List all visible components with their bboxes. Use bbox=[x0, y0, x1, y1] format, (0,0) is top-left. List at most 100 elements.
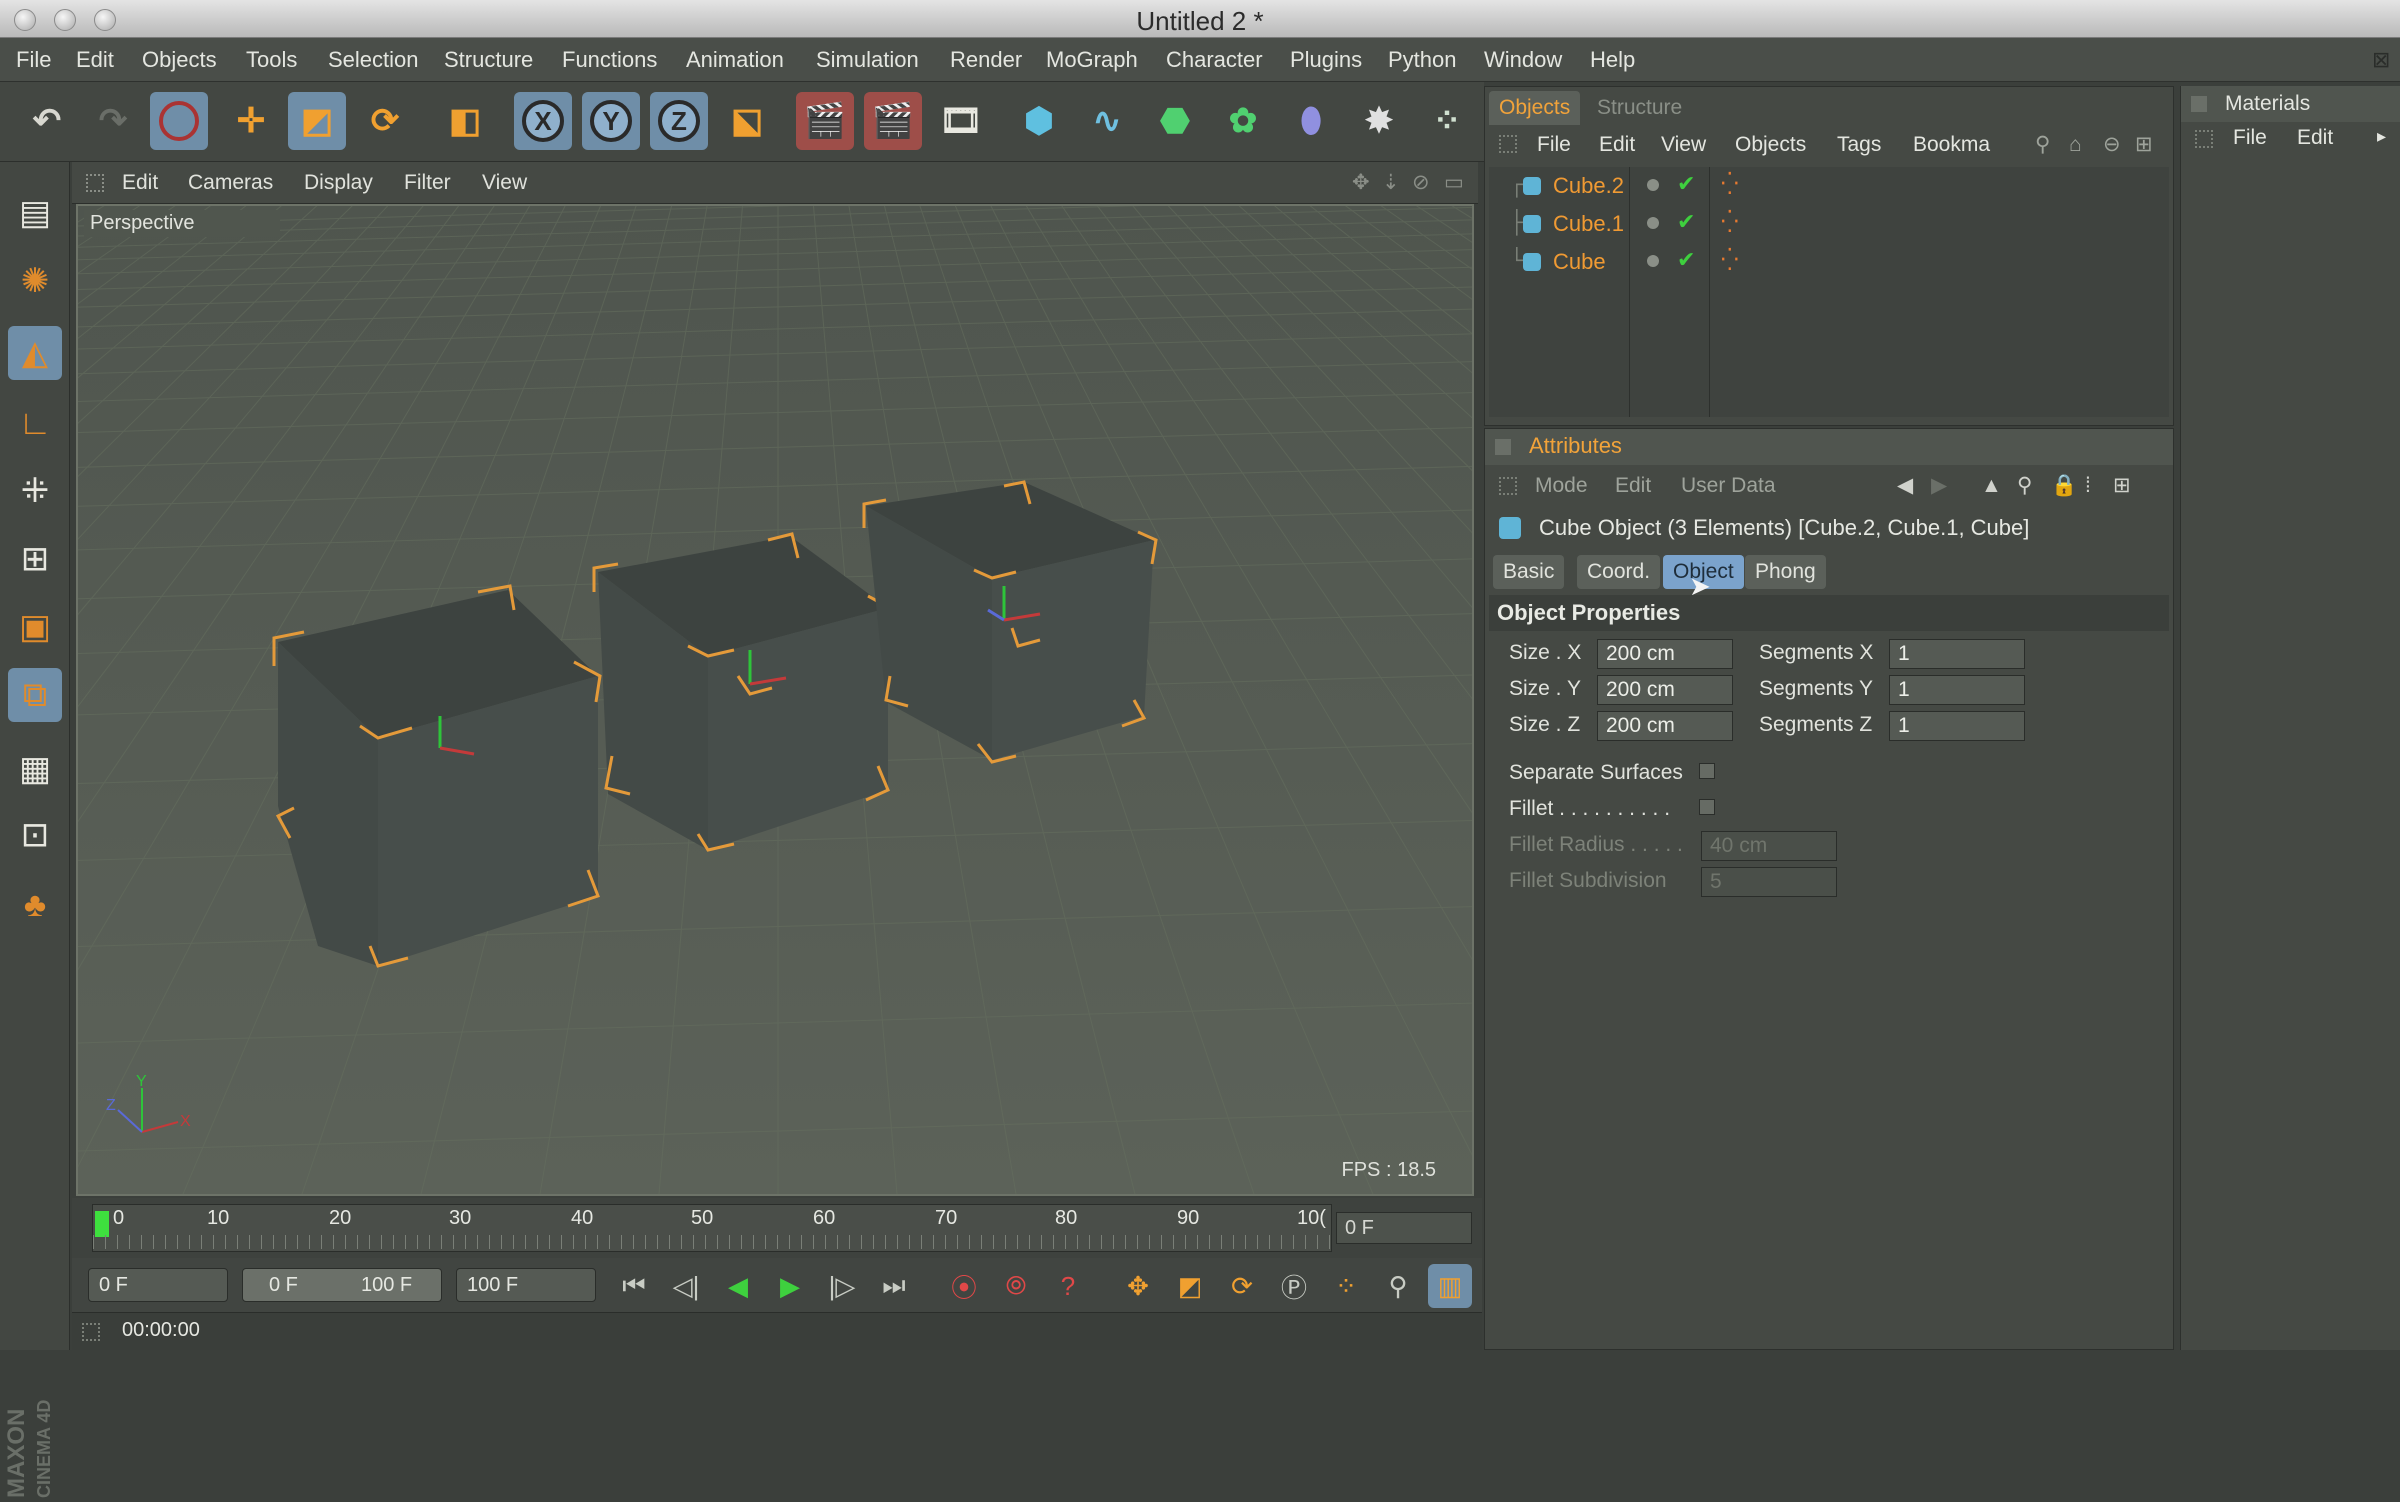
layout-icon[interactable]: ⊠ bbox=[2372, 38, 2390, 82]
viewport-rotate-icon[interactable]: ⊘ bbox=[1412, 162, 1430, 204]
objects-menu-bookmarks[interactable]: Bookma bbox=[1913, 127, 1990, 163]
go-to-start-icon[interactable]: ⏮ bbox=[612, 1264, 656, 1308]
live-selection-button[interactable] bbox=[150, 92, 208, 150]
previous-keyframe-icon[interactable]: ◁| bbox=[664, 1264, 708, 1308]
tab-coord[interactable]: Coord. bbox=[1577, 555, 1661, 589]
texture-mode-icon[interactable]: ✺ bbox=[8, 254, 62, 308]
menu-edit[interactable]: Edit bbox=[76, 38, 114, 82]
deformer-icon[interactable]: ⬮ bbox=[1282, 92, 1340, 150]
workplane-icon[interactable]: ⊡ bbox=[8, 808, 62, 862]
object-name[interactable]: Cube bbox=[1553, 249, 1606, 275]
points-mode-icon[interactable]: ⁜ bbox=[8, 464, 62, 518]
make-editable-icon[interactable]: ▤ bbox=[8, 186, 62, 240]
home-icon[interactable]: ⌂ bbox=[2069, 127, 2082, 163]
y-axis-lock-button[interactable]: Y bbox=[582, 92, 640, 150]
move-tool-icon[interactable]: ✛ bbox=[222, 92, 280, 150]
segments-x-field[interactable]: 1 bbox=[1889, 639, 2025, 669]
menu-selection[interactable]: Selection bbox=[328, 38, 419, 82]
keyframe-selection-icon[interactable]: ? bbox=[1046, 1264, 1090, 1308]
sculpt-icon[interactable]: ♣ bbox=[8, 878, 62, 932]
size-z-field[interactable]: 200 cm bbox=[1597, 711, 1733, 741]
autokeying-icon[interactable]: ⦾ bbox=[994, 1264, 1038, 1308]
spline-icon[interactable]: ∿ bbox=[1078, 92, 1136, 150]
timeline-layout-icon[interactable]: ▥ bbox=[1428, 1264, 1472, 1308]
object-row-cube-1[interactable]: ├ Cube.1 ✔ ⁛ bbox=[1489, 205, 2169, 243]
viewport-menu-filter[interactable]: Filter bbox=[404, 162, 451, 204]
attributes-menu-edit[interactable]: Edit bbox=[1615, 469, 1651, 503]
interpolation-icon[interactable]: ⚲ bbox=[1376, 1264, 1420, 1308]
enabled-check-icon[interactable]: ✔ bbox=[1677, 171, 1695, 197]
visibility-dot-icon[interactable] bbox=[1647, 217, 1659, 229]
panel-grip-icon[interactable] bbox=[1499, 135, 1517, 153]
panel-grip-icon[interactable] bbox=[86, 174, 104, 192]
scene-icon[interactable]: ✸ bbox=[1350, 92, 1408, 150]
redo-icon[interactable]: ↷ bbox=[84, 92, 142, 150]
tab-structure[interactable]: Structure bbox=[1587, 91, 1692, 125]
panel-grip-icon[interactable] bbox=[2195, 130, 2213, 148]
uv-mode-icon[interactable]: ⧉ bbox=[8, 668, 62, 722]
x-axis-lock-button[interactable]: X bbox=[514, 92, 572, 150]
menu-animation[interactable]: Animation bbox=[686, 38, 784, 82]
z-axis-lock-button[interactable]: Z bbox=[650, 92, 708, 150]
objects-menu-view[interactable]: View bbox=[1661, 127, 1706, 163]
segments-z-field[interactable]: 1 bbox=[1889, 711, 2025, 741]
pin-icon[interactable]: ⁞ bbox=[2085, 469, 2091, 503]
tab-basic[interactable]: Basic bbox=[1493, 555, 1565, 589]
record-parameter-icon[interactable]: Ⓟ bbox=[1272, 1264, 1316, 1308]
phong-tag-icon[interactable]: ⁛ bbox=[1721, 247, 1739, 273]
objects-menu-objects[interactable]: Objects bbox=[1735, 127, 1806, 163]
tab-phong[interactable]: Phong bbox=[1745, 555, 1826, 589]
cube-object[interactable] bbox=[272, 584, 602, 968]
link-icon[interactable]: ⊖ bbox=[2103, 127, 2121, 163]
viewport-scene[interactable]: Y X Z bbox=[78, 206, 1474, 1196]
cube-1-object[interactable] bbox=[592, 532, 892, 852]
object-row-cube[interactable]: └ Cube ✔ ⁛ bbox=[1489, 243, 2169, 281]
menu-file[interactable]: File bbox=[16, 38, 51, 82]
record-rotation-icon[interactable]: ⟳ bbox=[1220, 1264, 1264, 1308]
phong-tag-icon[interactable]: ⁛ bbox=[1721, 209, 1739, 235]
materials-menu-file[interactable]: File bbox=[2233, 126, 2267, 150]
record-position-icon[interactable]: ✥ bbox=[1116, 1264, 1160, 1308]
search-icon[interactable]: ⚲ bbox=[2017, 469, 2032, 503]
menu-simulation[interactable]: Simulation bbox=[816, 38, 919, 82]
object-name[interactable]: Cube.1 bbox=[1553, 211, 1624, 237]
back-arrow-icon[interactable]: ◀ bbox=[1897, 469, 1913, 503]
panel-grip-icon[interactable] bbox=[2191, 96, 2207, 112]
new-window-icon[interactable]: ⊞ bbox=[2135, 127, 2153, 163]
enabled-check-icon[interactable]: ✔ bbox=[1677, 209, 1695, 235]
visibility-dot-icon[interactable] bbox=[1647, 179, 1659, 191]
viewport-zoom-icon[interactable]: ⇣ bbox=[1382, 162, 1400, 204]
current-frame-field[interactable]: 0 F bbox=[1336, 1212, 1472, 1244]
objects-menu-edit[interactable]: Edit bbox=[1599, 127, 1635, 163]
preview-range-slider[interactable]: 0 F 100 F bbox=[242, 1268, 442, 1302]
size-y-field[interactable]: 200 cm bbox=[1597, 675, 1733, 705]
render-picture-viewer-icon[interactable]: 🎬 bbox=[864, 92, 922, 150]
menu-mograph[interactable]: MoGraph bbox=[1046, 38, 1138, 82]
enabled-check-icon[interactable]: ✔ bbox=[1677, 247, 1695, 273]
viewport-maximize-icon[interactable]: ▭ bbox=[1444, 162, 1464, 204]
play-forwards-icon[interactable]: ▶ bbox=[768, 1264, 812, 1308]
menu-objects[interactable]: Objects bbox=[142, 38, 217, 82]
render-settings-icon[interactable]: 🎞 bbox=[932, 92, 990, 150]
viewport-move-icon[interactable]: ✥ bbox=[1352, 162, 1370, 204]
menu-tools[interactable]: Tools bbox=[246, 38, 297, 82]
record-scale-icon[interactable]: ◩ bbox=[1168, 1264, 1212, 1308]
world-coordinates-icon[interactable]: ⬕ bbox=[718, 92, 776, 150]
start-frame-field[interactable]: 0 F bbox=[88, 1268, 228, 1302]
size-x-field[interactable]: 200 cm bbox=[1597, 639, 1733, 669]
scale-tool-icon[interactable]: ◩ bbox=[288, 92, 346, 150]
menu-help[interactable]: Help bbox=[1590, 38, 1635, 82]
end-frame-field[interactable]: 100 F bbox=[456, 1268, 596, 1302]
separate-surfaces-checkbox[interactable] bbox=[1699, 763, 1715, 779]
menu-window[interactable]: Window bbox=[1484, 38, 1562, 82]
object-row-cube-2[interactable]: ┌ Cube.2 ✔ ⁛ bbox=[1489, 167, 2169, 205]
viewport-menu-cameras[interactable]: Cameras bbox=[188, 162, 273, 204]
record-keys-icon[interactable]: ⦿ bbox=[942, 1264, 986, 1308]
lock-icon[interactable]: 🔒 bbox=[2051, 469, 2077, 503]
objects-menu-file[interactable]: File bbox=[1537, 127, 1571, 163]
materials-menu-edit[interactable]: Edit bbox=[2297, 126, 2333, 150]
menu-structure[interactable]: Structure bbox=[444, 38, 533, 82]
cube-object-icon[interactable]: ⬢ bbox=[1010, 92, 1068, 150]
viewport-menu-edit[interactable]: Edit bbox=[122, 162, 158, 204]
next-keyframe-icon[interactable]: |▷ bbox=[820, 1264, 864, 1308]
